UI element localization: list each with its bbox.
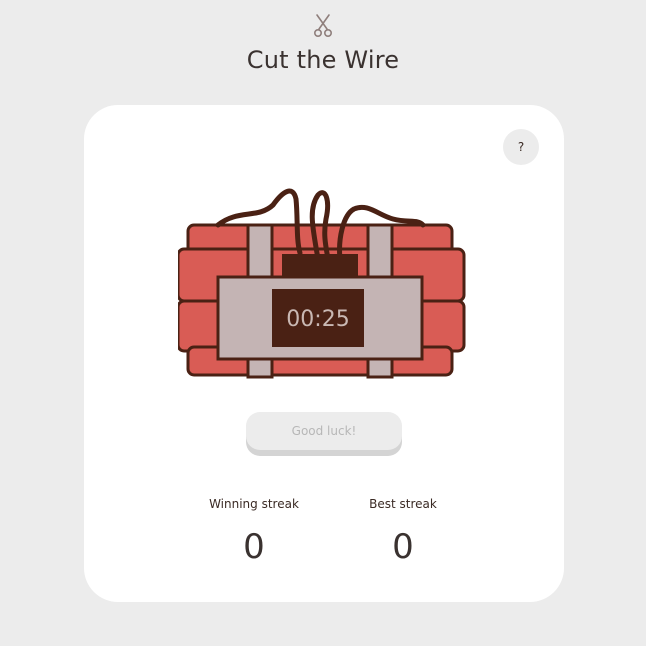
winning-streak-value: 0 bbox=[243, 527, 265, 567]
best-streak-label: Best streak bbox=[369, 497, 437, 511]
page-title: Cut the Wire bbox=[246, 46, 400, 74]
best-streak: Best streak 0 bbox=[328, 497, 478, 567]
help-button[interactable]: ? bbox=[503, 129, 539, 165]
winning-streak-label: Winning streak bbox=[209, 497, 299, 511]
best-streak-value: 0 bbox=[392, 527, 414, 567]
scissors-icon bbox=[313, 14, 333, 37]
timer-text: 00:25 bbox=[286, 307, 349, 332]
game-card: ? 00:25 Good luck! Winning streak 0 Best… bbox=[84, 105, 564, 602]
winning-streak: Winning streak 0 bbox=[179, 497, 329, 567]
game-page: Cut the Wire ? 00:25 Good luck! Winning … bbox=[0, 0, 646, 646]
bomb-illustration: 00:25 bbox=[178, 188, 466, 379]
good-luck-button[interactable]: Good luck! bbox=[246, 412, 402, 450]
